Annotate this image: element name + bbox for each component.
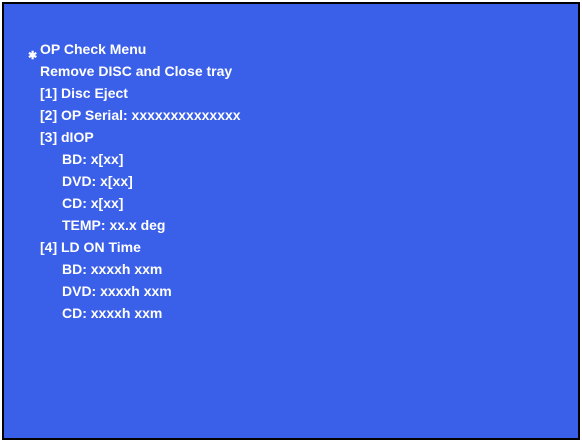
menu-item-ld-on-time[interactable]: [4] LD ON Time bbox=[40, 239, 141, 255]
op-check-menu: ✱ OP Check Menu Remove DISC and Close tr… bbox=[4, 4, 578, 438]
osd-screen: ✱ OP Check Menu Remove DISC and Close tr… bbox=[2, 2, 580, 440]
menu-instruction: Remove DISC and Close tray bbox=[40, 63, 233, 79]
asterisk-icon: ✱ bbox=[28, 50, 38, 62]
diop-dvd-value: DVD: x[xx] bbox=[62, 173, 133, 189]
ld-dvd-time: DVD: xxxxh xxm bbox=[62, 283, 172, 299]
ld-bd-time: BD: xxxxh xxm bbox=[62, 261, 163, 277]
diop-cd-value: CD: x[xx] bbox=[62, 195, 124, 211]
diop-temp-value: TEMP: xx.x deg bbox=[62, 217, 166, 233]
menu-item-op-serial[interactable]: [2] OP Serial: xxxxxxxxxxxxxx bbox=[40, 107, 241, 123]
diop-bd-value: BD: x[xx] bbox=[62, 151, 124, 167]
ld-cd-time: CD: xxxxh xxm bbox=[62, 305, 163, 321]
menu-title: OP Check Menu bbox=[40, 41, 147, 57]
menu-item-disc-eject[interactable]: [1] Disc Eject bbox=[40, 85, 128, 101]
menu-item-diop[interactable]: [3] dIOP bbox=[40, 129, 94, 145]
